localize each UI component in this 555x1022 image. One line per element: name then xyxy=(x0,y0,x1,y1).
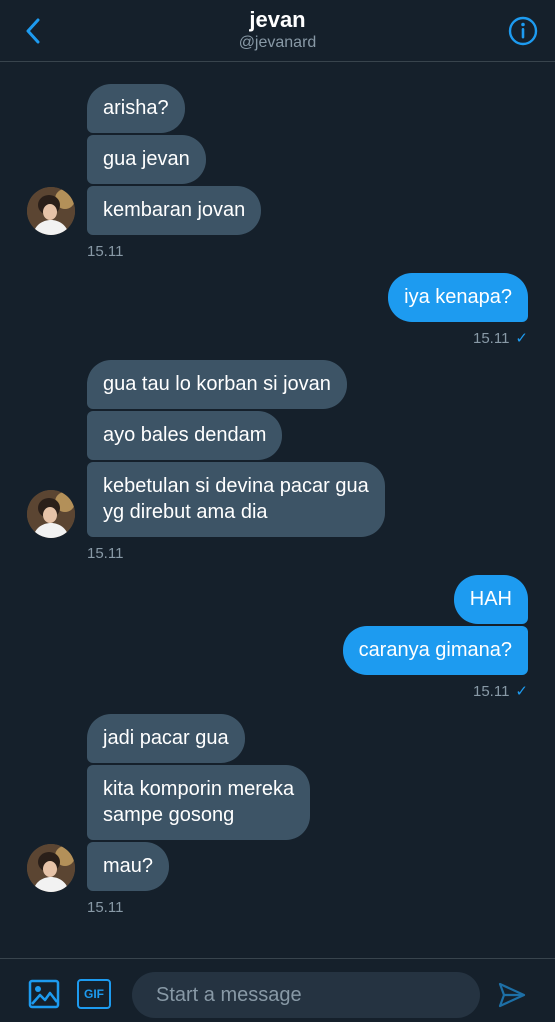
outgoing-message[interactable]: iya kenapa? xyxy=(388,273,528,322)
avatar-photo xyxy=(27,187,75,235)
gif-label: GIF xyxy=(84,987,104,1001)
image-icon xyxy=(28,979,60,1009)
incoming-message[interactable]: mau? xyxy=(87,842,170,891)
incoming-message[interactable]: ayo bales dendam xyxy=(87,411,283,460)
message-time: 15.11 xyxy=(472,330,510,347)
outgoing-message[interactable]: caranya gimana? xyxy=(342,626,528,675)
message-timestamp: 15.11 ✓ xyxy=(473,682,528,700)
read-receipt-check-icon: ✓ xyxy=(515,330,528,347)
info-button[interactable] xyxy=(507,15,539,47)
message-timestamp: 15.11 ✓ xyxy=(473,329,528,347)
message-input[interactable] xyxy=(132,972,480,1018)
add-gif-button[interactable]: GIF xyxy=(77,979,111,1009)
conversation-title-block[interactable]: jevan @jevanard xyxy=(0,7,555,53)
incoming-message[interactable]: kebetulan si devina pacar gua yg direbut… xyxy=(87,462,385,537)
info-icon xyxy=(508,16,538,46)
conversation-title: jevan xyxy=(249,7,306,32)
message-thread[interactable]: arisha? gua jevan kembaran jovan 15.11 i… xyxy=(0,63,555,958)
message-timestamp: 15.11 xyxy=(87,545,124,562)
incoming-message[interactable]: gua jevan xyxy=(87,135,206,184)
incoming-message[interactable]: kembaran jovan xyxy=(87,186,262,235)
conversation-handle: @jevanard xyxy=(238,34,317,51)
incoming-message[interactable]: kita komporin mereka sampe gosong xyxy=(87,765,311,840)
message-timestamp: 15.11 xyxy=(87,243,124,260)
message-time: 15.11 xyxy=(472,683,510,700)
read-receipt-check-icon: ✓ xyxy=(515,683,528,700)
message-timestamp: 15.11 xyxy=(87,899,124,916)
message-composer: GIF xyxy=(0,958,555,1022)
incoming-message[interactable]: gua tau lo korban si jovan xyxy=(87,360,347,409)
avatar[interactable] xyxy=(27,490,75,538)
avatar[interactable] xyxy=(27,844,75,892)
incoming-message[interactable]: arisha? xyxy=(87,84,185,133)
send-button[interactable] xyxy=(497,981,527,1009)
conversation-header: jevan @jevanard xyxy=(0,0,555,62)
send-icon xyxy=(498,982,526,1008)
outgoing-message[interactable]: HAH xyxy=(453,575,528,624)
avatar-photo xyxy=(27,844,75,892)
avatar-photo xyxy=(27,490,75,538)
avatar[interactable] xyxy=(27,187,75,235)
incoming-message[interactable]: jadi pacar gua xyxy=(87,714,245,763)
add-image-button[interactable] xyxy=(28,979,60,1009)
